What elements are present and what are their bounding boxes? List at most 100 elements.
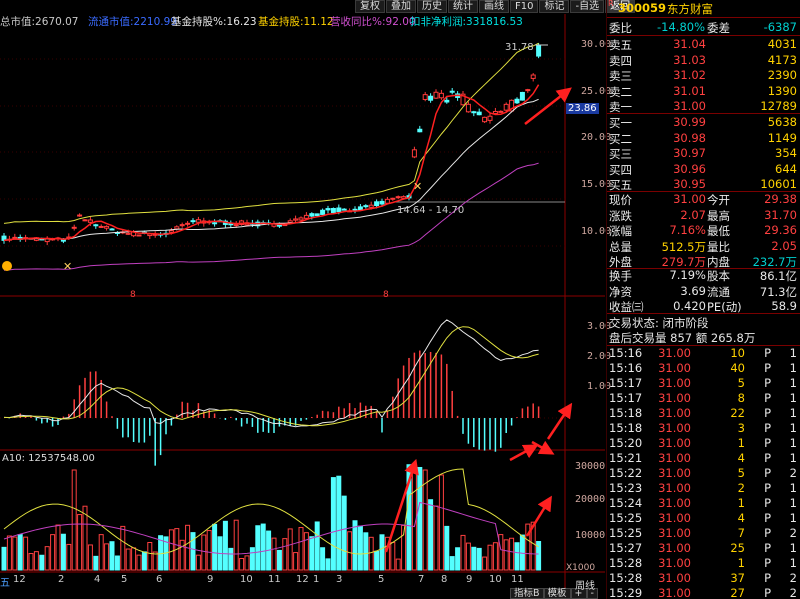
candle-body: [530, 74, 536, 79]
candle-body: [190, 220, 196, 223]
volume-bar: [492, 542, 498, 571]
annotation-arrow-icon: [525, 495, 552, 537]
tick-price: 31.00: [658, 571, 691, 585]
volume-bar: [120, 525, 126, 571]
quote-value: 29.36: [764, 223, 797, 237]
candle-body: [212, 222, 218, 225]
date-tick: 9: [466, 574, 473, 585]
candle-body: [384, 198, 390, 204]
toolbar-button[interactable]: 标记: [539, 0, 570, 13]
bid-volume: 354: [775, 146, 797, 160]
candle-body: [109, 228, 115, 231]
volume-bar: [60, 533, 66, 571]
volume-bar: [374, 550, 380, 571]
date-tick: 1: [313, 574, 320, 585]
panel-divider: [607, 313, 800, 314]
tick-flag: P: [764, 391, 771, 405]
tick-volume: 4: [737, 451, 745, 465]
toolbar-button[interactable]: 统计: [448, 0, 478, 13]
bid-diff-value: -6387: [763, 20, 797, 34]
toolbar-button[interactable]: 叠加: [386, 0, 416, 13]
candle-body: [185, 222, 191, 225]
tick-flag: P: [764, 496, 771, 510]
candle-body: [179, 224, 185, 227]
volume-bar: [341, 495, 347, 571]
candle-body: [514, 98, 520, 104]
price-axis: 30.00 25.00 20.00 15.00 10.00 23.86 3.00 2.00 1.…: [565, 14, 611, 588]
tick-volume: 1: [737, 436, 745, 450]
date-tick: 12: [13, 574, 26, 585]
tick-price: 31.00: [658, 496, 691, 510]
tick-price: 31.00: [658, 391, 691, 405]
tick-time: 15:17: [609, 391, 643, 405]
panel-row: 15:22 31.00 5 P 2: [607, 466, 800, 481]
bid-volume: 10601: [760, 177, 797, 191]
quote-value: 29.38: [764, 192, 797, 206]
ask-price: 31.02: [673, 68, 706, 82]
tick-price: 31.00: [658, 541, 691, 555]
volume-bar: [357, 525, 363, 571]
volume-bar: [309, 536, 315, 571]
boll-lower-line: [3, 162, 539, 271]
tick-time: 15:27: [609, 541, 643, 555]
candle-body: [519, 91, 525, 101]
volume-bar: [314, 521, 320, 571]
fundamental-value: 7.19%: [669, 268, 706, 282]
quote-label: 涨幅: [609, 224, 632, 238]
tick-flag: P: [764, 571, 771, 585]
volume-bar: [136, 554, 142, 571]
panel-row: 委比 -14.80% 委差 -6387: [607, 20, 800, 35]
fundamental-label: 换手: [609, 269, 632, 283]
date-tick: 4: [94, 574, 101, 585]
volume-bar: [233, 519, 239, 571]
candle-body: [98, 225, 104, 228]
candle-body: [168, 230, 174, 233]
date-tick: 3: [336, 574, 343, 585]
volume-bar: [303, 532, 309, 571]
current-price-tag: 23.86: [566, 103, 599, 114]
candle-body: [525, 89, 531, 92]
volume-bar: [498, 534, 504, 571]
tick-time: 15:17: [609, 376, 643, 390]
bottom-tab[interactable]: 模板: [543, 588, 571, 599]
tick-flag: P: [764, 586, 771, 599]
volume-bar: [482, 556, 488, 571]
toolbar-button[interactable]: -自选: [570, 0, 605, 13]
volume-bar: [282, 538, 288, 571]
tick-price: 31.00: [658, 511, 691, 525]
panel-row: 收益㈢ 0.420 PE(动) 58.9: [607, 299, 800, 314]
toolbar-button[interactable]: 历史: [417, 0, 447, 13]
tick-price: 31.00: [658, 376, 691, 390]
quote-value: 31.70: [764, 207, 797, 222]
quote-label: 量比: [707, 239, 730, 254]
candle-body: [417, 128, 423, 133]
candle-body: [314, 213, 320, 217]
tick-price: 31.00: [658, 556, 691, 570]
bottom-tab[interactable]: 指标B: [510, 588, 544, 599]
tick-volume: 7: [737, 526, 745, 540]
volume-bar: [17, 534, 23, 571]
tick-volume: 27: [730, 586, 745, 599]
date-tick: 5: [121, 574, 128, 585]
toolbar-button[interactable]: F10: [510, 0, 539, 13]
tick-volume: 10: [730, 346, 745, 360]
volume-title: A10: 12537548.00: [2, 453, 95, 464]
buy-signal-icon: [2, 261, 12, 271]
kline-chart-area[interactable]: ✕✕8 814.64 - 14.7031.78 A10: 12537548.00X…: [0, 14, 605, 588]
candle-body: [498, 110, 504, 113]
candle-body: [341, 208, 347, 211]
week-period-label[interactable]: 周线: [575, 577, 595, 592]
tick-count: 1: [789, 436, 797, 450]
boll-mid-line: [3, 98, 539, 241]
signal-icon: ✕: [63, 260, 72, 273]
volume-bar: [471, 546, 477, 571]
volume-bar: [66, 543, 72, 571]
toolbar-button[interactable]: 复权: [355, 0, 385, 13]
volume-bar: [417, 466, 423, 571]
toolbar-button[interactable]: 画线: [479, 0, 509, 13]
candle-body: [87, 219, 93, 223]
panel-row: 15:17 31.00 5 P 1: [607, 376, 800, 391]
panel-row: 15:17 31.00 8 P 1: [607, 391, 800, 406]
tick-time: 15:16: [609, 346, 643, 360]
tick-volume: 2: [737, 481, 745, 495]
